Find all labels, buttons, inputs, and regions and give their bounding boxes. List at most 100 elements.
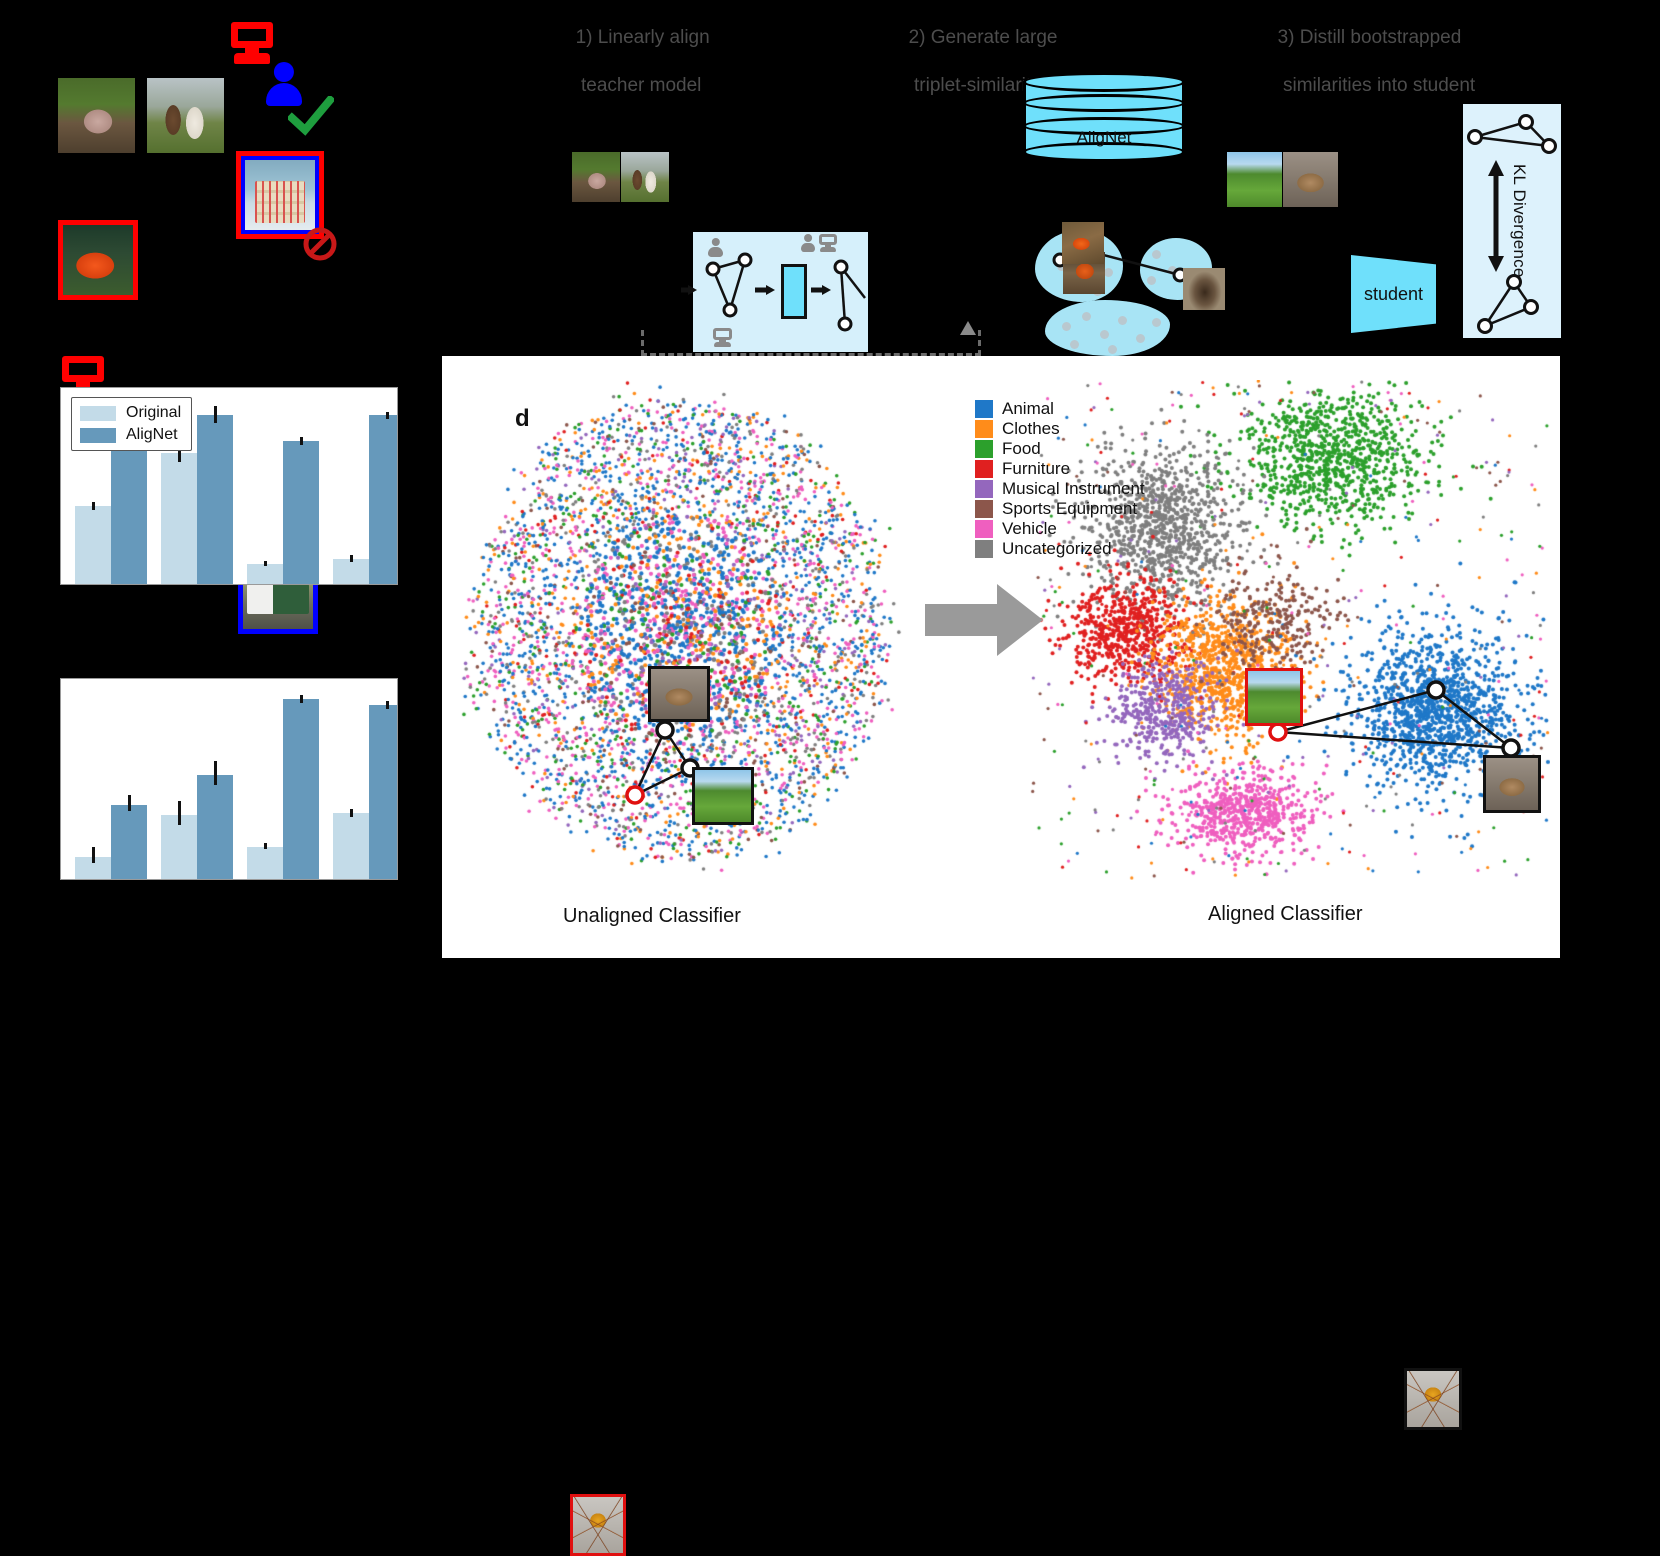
linear-transform-matrix (781, 264, 807, 319)
computer-icon (819, 234, 837, 252)
legend-swatch-original (80, 406, 116, 421)
bar-group1-alignet (111, 437, 147, 584)
legend-swatch-alignet (80, 428, 116, 443)
bar-group4-alignet (369, 705, 398, 879)
legend-swatch-furniture (975, 460, 993, 478)
legend-label-uncategorized: Uncategorized (1002, 539, 1112, 558)
transition-arrow-icon (925, 580, 1045, 660)
legend-label-musical-instrument: Musical Instrument (1002, 479, 1145, 498)
right-plot-thumb-armadillo (1483, 755, 1541, 813)
step-2-line1: 2) Generate large (909, 27, 1058, 48)
errorbar-group1-original (92, 847, 95, 863)
prohibited-icon (302, 226, 338, 262)
bar-group1-alignet (111, 805, 147, 879)
legend-item-vehicle: Vehicle (975, 519, 1145, 538)
cluster-dot (1070, 340, 1079, 349)
legend-label-original: Original (126, 404, 181, 422)
legend-item-sports-equipment: Sports Equipment (975, 499, 1145, 518)
legend-item-animal: Animal (975, 399, 1145, 418)
errorbar-group4-alignet (386, 412, 389, 420)
left-plot-thumb-spider (570, 1494, 626, 1556)
bar-chart-bottom-bars (61, 679, 397, 879)
bar-chart-top-legend: Original AligNet (71, 397, 192, 451)
right-plot-thumb-field (1245, 668, 1303, 726)
legend-label-alignet: AligNet (126, 426, 178, 444)
legend-label-clothes: Clothes (1002, 419, 1060, 438)
person-icon (708, 238, 723, 257)
step-1-line1: 1) Linearly align (576, 27, 710, 48)
legend-label-animal: Animal (1002, 399, 1054, 418)
triplet-row1-image-aardvark (58, 78, 135, 153)
bar-group3-original (247, 564, 283, 584)
scatter-label-unaligned: Unaligned Classifier (563, 905, 741, 928)
computer-icon (231, 22, 273, 64)
student-label: student (1364, 284, 1423, 305)
legend-label-vehicle: Vehicle (1002, 519, 1057, 538)
alignet-database-label: AligNet (1023, 128, 1185, 148)
cluster-dot (1136, 334, 1145, 343)
cluster-dot (1108, 345, 1117, 354)
step3-thumb-armadillo (1283, 152, 1338, 207)
errorbar-group1-alignet (128, 795, 131, 811)
left-plot-thumb-armadillo (648, 666, 710, 722)
transform-input-arrow (681, 280, 701, 300)
legend-item-original: Original (80, 404, 181, 422)
legend-item-musical-instrument: Musical Instrument (975, 479, 1145, 498)
errorbar-group2-alignet (214, 761, 217, 785)
bar-group1-original (75, 506, 111, 584)
errorbar-group4-alignet (386, 701, 389, 709)
pipeline-dashed-connector (641, 330, 981, 356)
bar-group4-alignet (369, 415, 398, 584)
bar-group3-original (247, 847, 283, 879)
check-icon (288, 96, 334, 136)
left-plot-thumb-field (692, 767, 754, 825)
errorbar-group1-original (92, 502, 95, 510)
student-model-shape: student (1351, 255, 1436, 333)
legend-item-alignet: AligNet (80, 426, 181, 444)
bar-group3-alignet (283, 441, 319, 584)
right-plot-thumb-spider (1404, 1368, 1462, 1430)
step-1-line2: teacher model (565, 74, 710, 98)
kl-divergence-label: KL Divergence (1509, 164, 1529, 277)
legend-label-furniture: Furniture (1002, 459, 1070, 478)
things-thumb-alpacas (621, 152, 669, 202)
errorbar-group2-alignet (214, 406, 217, 424)
legend-item-furniture: Furniture (975, 459, 1145, 478)
step-3-header: 3) Distill bootstrapped similarities int… (1267, 2, 1475, 122)
legend-swatch-vehicle (975, 520, 993, 538)
bar-group4-original (333, 813, 369, 879)
triplet-row1-image-alpacas (147, 78, 224, 153)
things-thumb-aardvark (572, 152, 620, 202)
scatter-label-aligned: Aligned Classifier (1208, 903, 1363, 926)
pipeline-up-arrow (957, 318, 979, 340)
cluster-thumb-cave (1183, 268, 1225, 310)
legend-swatch-food (975, 440, 993, 458)
legend-label-sports-equipment: Sports Equipment (1002, 499, 1137, 518)
legend-swatch-animal (975, 400, 993, 418)
step-1-header: 1) Linearly align teacher model (565, 2, 710, 122)
legend-item-clothes: Clothes (975, 419, 1145, 438)
errorbar-group3-original (264, 843, 267, 849)
bar-group2-alignet (197, 415, 233, 584)
errorbar-group3-alignet (300, 437, 303, 445)
triplet-row2-image-goldfish (58, 220, 138, 300)
legend-label-food: Food (1002, 439, 1041, 458)
bar-chart-bottom (60, 678, 398, 880)
bar-group2-original (161, 453, 197, 584)
scatter-legend: Animal Clothes Food Furniture Musical In… (975, 399, 1145, 558)
legend-swatch-uncategorized (975, 540, 993, 558)
cluster-dot (1100, 330, 1109, 339)
errorbar-group3-original (264, 561, 267, 567)
bar-group3-alignet (283, 699, 319, 879)
legend-swatch-sports-equipment (975, 500, 993, 518)
person-icon (801, 234, 815, 252)
cluster-dot (1062, 322, 1071, 331)
legend-item-uncategorized: Uncategorized (975, 539, 1145, 558)
errorbar-group4-original (350, 809, 353, 817)
bar-group2-alignet (197, 775, 233, 879)
step-3-line2: similarities into student (1267, 74, 1475, 98)
legend-swatch-clothes (975, 420, 993, 438)
legend-swatch-musical-instrument (975, 480, 993, 498)
errorbar-group3-alignet (300, 695, 303, 703)
bar-chart-top: Original AligNet (60, 387, 398, 585)
